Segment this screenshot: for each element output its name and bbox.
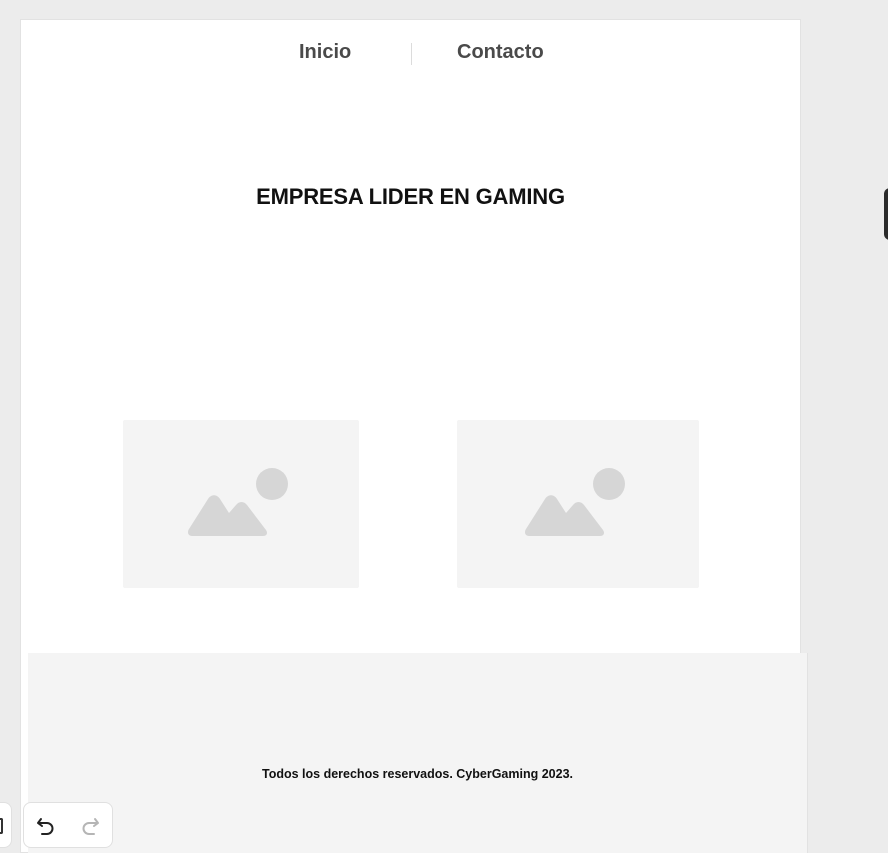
undo-button[interactable] bbox=[34, 814, 58, 838]
side-panel-tab[interactable] bbox=[884, 188, 888, 240]
image-placeholder-icon bbox=[525, 468, 625, 536]
hero-title: EMPRESA LIDER EN GAMING bbox=[256, 184, 565, 209]
nav-divider bbox=[411, 43, 412, 65]
top-navigation: Inicio Contacto bbox=[21, 20, 800, 86]
image-placeholder-2[interactable] bbox=[457, 420, 699, 588]
sidebar-toggle-button[interactable] bbox=[0, 802, 12, 848]
redo-button[interactable] bbox=[78, 814, 102, 838]
history-toolbar bbox=[23, 802, 113, 848]
panel-icon bbox=[0, 818, 3, 834]
image-placeholder-icon bbox=[188, 468, 288, 536]
redo-icon bbox=[82, 818, 99, 835]
page-footer: Todos los derechos reservados. CyberGami… bbox=[28, 653, 808, 853]
nav-link-contacto[interactable]: Contacto bbox=[457, 41, 544, 64]
nav-link-inicio[interactable]: Inicio bbox=[299, 41, 351, 64]
footer-copyright: Todos los derechos reservados. CyberGami… bbox=[262, 767, 573, 781]
editor-canvas: Inicio Contacto EMPRESA LIDER EN GAMING … bbox=[20, 19, 808, 853]
undo-icon bbox=[37, 818, 54, 835]
image-placeholder-1[interactable] bbox=[123, 420, 359, 588]
